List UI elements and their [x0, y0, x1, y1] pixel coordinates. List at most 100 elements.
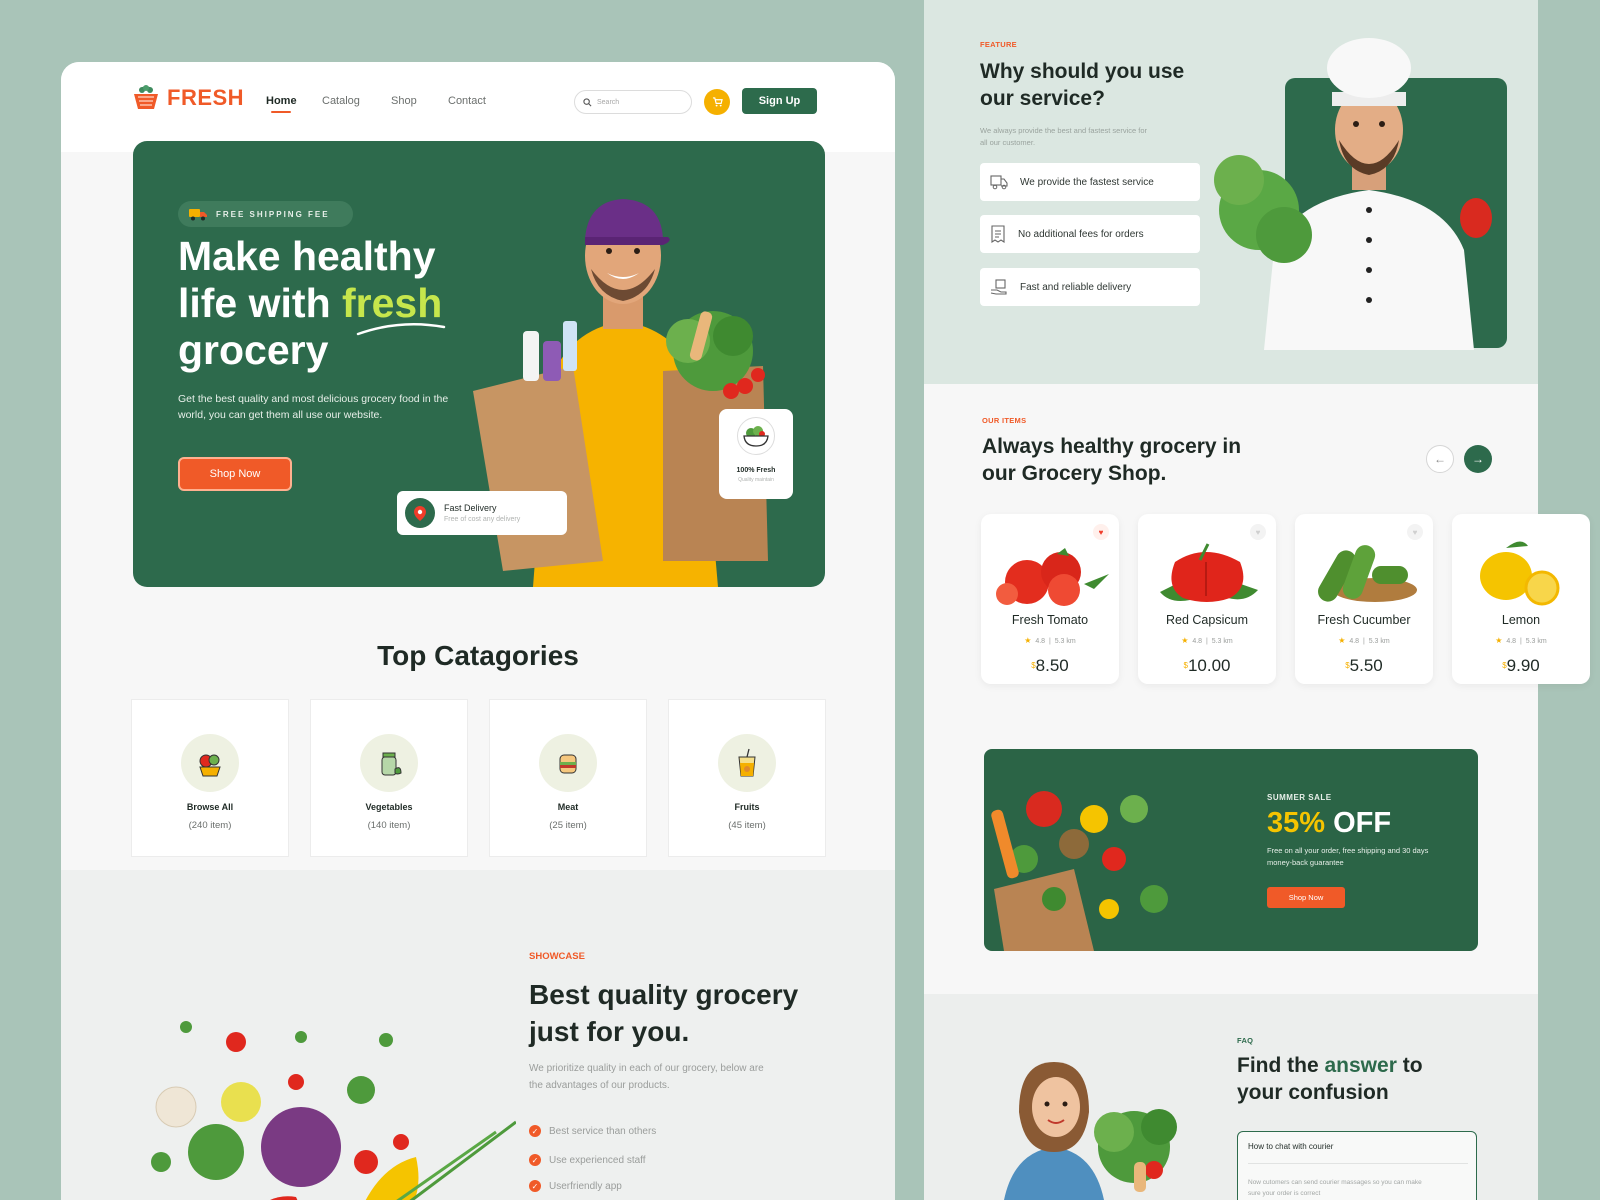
sale-description: Free on all your order, free shipping an… — [1267, 846, 1429, 867]
nav-contact[interactable]: Contact — [448, 95, 486, 107]
star-icon: ★ — [1338, 636, 1346, 645]
sale-percent: 35% — [1267, 807, 1326, 839]
vegetables-splash-image — [151, 1021, 516, 1200]
product-distance: 5.3 km — [1054, 638, 1076, 645]
product-price: $5.50 — [1295, 656, 1433, 676]
items-label: OUR ITEMS — [982, 416, 1027, 425]
product-rating: 4.8 — [1192, 638, 1203, 645]
search-placeholder: Search — [597, 98, 620, 106]
faq-title-pre: Find the — [1237, 1054, 1325, 1077]
check-icon: ✓ — [529, 1180, 541, 1192]
fast-delivery-title: Fast Delivery — [444, 503, 497, 513]
category-card-fruits[interactable]: Fruits (45 item) — [668, 699, 826, 857]
product-name: Fresh Tomato — [1011, 613, 1089, 627]
badge-text: FREE SHIPPING FEE — [216, 209, 330, 219]
category-count: (240 item) — [188, 820, 232, 831]
carousel-next-button[interactable]: → — [1464, 445, 1492, 473]
truck-icon — [189, 209, 207, 221]
landing-page-right: FEATURE Why should you use our service? … — [924, 0, 1590, 1200]
product-card-cucumber[interactable]: ♥ Fresh Cucumber ★ 4.8 | 5.3 km $5.50 — [1295, 514, 1433, 684]
carousel-prev-button[interactable]: ← — [1426, 445, 1454, 473]
faq-accordion-item[interactable]: How to chat with courier Now cutomers ca… — [1237, 1131, 1477, 1200]
category-name: Browse All — [186, 802, 234, 812]
feature-item-no-fees: No additional fees for orders — [980, 215, 1200, 253]
feature-item-label: No additional fees for orders — [1018, 228, 1144, 240]
star-icon: ★ — [1181, 636, 1189, 645]
groceries-bag-image — [991, 791, 1168, 951]
faq-divider — [1248, 1163, 1468, 1164]
nav-shop[interactable]: Shop — [391, 95, 417, 107]
product-card-lemon[interactable]: Lemon ★ 4.8 | 5.3 km $9.90 — [1452, 514, 1590, 684]
lemon-image — [1480, 541, 1560, 606]
category-card-browse-all[interactable]: Browse All (240 item) — [131, 699, 289, 857]
favorite-heart-icon[interactable]: ♥ — [1250, 524, 1266, 540]
category-count: (45 item) — [728, 820, 766, 831]
arrow-right-icon: → — [1472, 452, 1484, 466]
hero-title-highlight: fresh — [342, 280, 443, 326]
showcase-description: We prioritize quality in each of our gro… — [529, 1063, 764, 1091]
sandwich-icon — [539, 734, 597, 792]
product-meta: ★ 4.8 | 5.3 km — [1338, 636, 1390, 645]
brand-logo[interactable]: FRESH — [131, 84, 244, 112]
faq-question: How to chat with courier — [1248, 1142, 1334, 1151]
product-meta: ★ 4.8 | 5.3 km — [1495, 636, 1547, 645]
fresh-title: 100% Fresh — [736, 467, 776, 474]
showcase-point: ✓ Use experienced staff — [529, 1154, 646, 1166]
product-name: Red Capsicum — [1166, 613, 1248, 627]
faq-title-highlight: answer — [1324, 1054, 1397, 1077]
product-distance: 5.3 km — [1525, 638, 1547, 645]
hero-shop-now-button[interactable]: Shop Now — [178, 457, 292, 491]
woman-with-groceries-image — [1004, 1062, 1177, 1200]
cart-button[interactable] — [704, 89, 730, 115]
showcase-point: ✓ Best service than others — [529, 1125, 656, 1137]
faq-title: Find the answer to your confusion — [1237, 1052, 1457, 1106]
price-value: 10.00 — [1187, 656, 1231, 675]
feature-item-reliable: Fast and reliable delivery — [980, 268, 1200, 306]
product-meta: ★ 4.8 | 5.3 km — [1024, 636, 1076, 645]
price-value: 9.90 — [1506, 656, 1540, 675]
location-pin-icon — [405, 498, 435, 528]
jar-icon — [360, 734, 418, 792]
category-name: Fruits — [734, 802, 760, 812]
sale-shop-now-button[interactable]: Shop Now — [1267, 887, 1345, 908]
category-card-meat[interactable]: Meat (25 item) — [489, 699, 647, 857]
showcase-point: ✓ Userfriendly app — [529, 1180, 622, 1192]
product-card-capsicum[interactable]: ♥ Red Capsicum ★ 4.8 | 5.3 km $10.00 — [1138, 514, 1276, 684]
fast-delivery-card: Fast Delivery Free of cost any delivery — [397, 491, 567, 535]
nav-home[interactable]: Home — [266, 95, 297, 107]
product-rating: 4.8 — [1506, 638, 1517, 645]
nav-catalog[interactable]: Catalog — [322, 95, 360, 107]
fruit-basket-icon — [181, 734, 239, 792]
salad-bowl-icon — [737, 417, 775, 455]
delivery-truck-icon — [990, 175, 1008, 190]
category-card-vegetables[interactable]: Vegetables (140 item) — [310, 699, 468, 857]
sale-label: SUMMER SALE — [1267, 793, 1332, 802]
top-navbar: FRESH Home Catalog Shop Contact Search S… — [61, 62, 895, 152]
showcase-title: Best quality grocery just for you. — [529, 979, 799, 1047]
fast-delivery-subtitle: Free of cost any delivery — [444, 516, 521, 523]
favorite-heart-icon[interactable]: ♥ — [1093, 524, 1109, 540]
signup-button[interactable]: Sign Up — [742, 88, 817, 114]
price-value: 8.50 — [1035, 656, 1069, 675]
product-price: $10.00 — [1138, 656, 1276, 676]
categories-title: Top Catagories — [377, 640, 579, 671]
product-name: Fresh Cucumber — [1317, 613, 1411, 627]
product-meta: ★ 4.8 | 5.3 km — [1181, 636, 1233, 645]
receipt-icon — [991, 225, 1005, 243]
product-card-tomato[interactable]: ♥ Fresh Tomato ★ 4.8 | 5.3 km $8.50 — [981, 514, 1119, 684]
underline-swoosh — [356, 323, 446, 336]
summer-sale-banner: SUMMER SALE 35% OFF Free on all your ord… — [984, 749, 1478, 951]
landing-page-left: FRESH Home Catalog Shop Contact Search S… — [61, 62, 895, 1200]
showcase-point-text: Best service than others — [549, 1125, 657, 1137]
free-shipping-badge: FREE SHIPPING FEE — [178, 201, 353, 227]
star-icon: ★ — [1495, 636, 1503, 645]
sale-off: OFF — [1333, 807, 1392, 839]
category-name: Vegetables — [365, 802, 413, 812]
hero-subtitle: Get the best quality and most delicious … — [178, 393, 449, 421]
search-input[interactable]: Search — [574, 90, 692, 114]
hand-box-icon — [990, 279, 1007, 295]
hero-title: Make healthy life with fresh grocery — [178, 233, 498, 374]
product-price: $9.90 — [1452, 656, 1590, 676]
check-icon: ✓ — [529, 1125, 541, 1137]
feature-item-label: Fast and reliable delivery — [1020, 281, 1132, 293]
